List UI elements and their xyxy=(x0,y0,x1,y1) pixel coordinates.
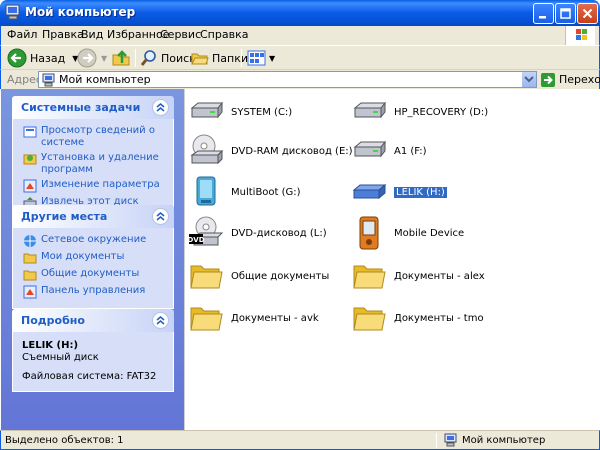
title-bar[interactable]: Мой компьютер xyxy=(0,0,600,26)
system-tasks-panel: Системные задачи Просмотр сведений о сис… xyxy=(12,96,174,220)
maximize-button[interactable] xyxy=(555,3,576,24)
place-my-documents[interactable]: Мои документы xyxy=(23,251,173,265)
control-panel-icon xyxy=(23,179,37,193)
status-location: Мой компьютер xyxy=(444,433,545,447)
my-computer-icon xyxy=(444,433,457,447)
folder-icon xyxy=(353,265,386,289)
forward-button[interactable]: ▼ xyxy=(77,48,107,68)
multiboot-drive-icon xyxy=(196,176,216,206)
collapse-button[interactable] xyxy=(152,208,169,225)
control-panel-icon xyxy=(23,285,37,299)
details-panel: Подробно LELIK (H:) Съемный диск Файлова… xyxy=(12,309,174,392)
search-icon xyxy=(140,50,156,66)
task-change-setting[interactable]: Изменение параметра xyxy=(23,179,173,193)
details-body: LELIK (H:) Съемный диск Файловая система… xyxy=(12,332,174,392)
toolbar-separator xyxy=(241,49,242,67)
chevron-up-icon xyxy=(156,103,165,112)
go-button[interactable]: Переход xyxy=(540,71,600,88)
collapse-button[interactable] xyxy=(152,99,169,116)
status-bar: Выделено объектов: 1 Мой компьютер xyxy=(0,430,600,450)
folder-icon xyxy=(23,253,37,264)
windows-logo xyxy=(565,26,595,45)
other-places-list: Сетевое окружение Мои документы Общие до… xyxy=(12,228,174,309)
drive-item[interactable]: LELIK (H:) xyxy=(351,172,551,212)
maximize-icon xyxy=(560,8,571,19)
collapse-button[interactable] xyxy=(152,312,169,329)
device-item[interactable]: Mobile Device xyxy=(351,213,551,253)
detail-item-name: LELIK (H:) xyxy=(22,340,79,351)
views-dropdown-icon[interactable]: ▼ xyxy=(269,54,275,63)
drive-item[interactable]: A1 (F:) xyxy=(351,131,551,171)
address-bar: Адрес: Мой компьютер Переход xyxy=(0,69,600,89)
dvd-ram-drive-icon xyxy=(190,134,224,165)
place-network[interactable]: Сетевое окружение xyxy=(23,234,173,248)
details-header[interactable]: Подробно xyxy=(12,309,174,332)
folders-icon xyxy=(191,53,209,65)
menu-view[interactable]: Вид xyxy=(81,28,103,41)
toolbar: Назад ▼ ▼ Поиск Папки ▼ xyxy=(0,45,600,69)
chevron-up-icon xyxy=(156,316,165,325)
windows-flag-icon xyxy=(576,29,587,40)
system-tasks-header[interactable]: Системные задачи xyxy=(12,96,174,119)
detail-file-system: Файловая система: FAT32 xyxy=(22,371,157,382)
back-arrow-icon xyxy=(7,48,27,68)
hard-drive-icon xyxy=(353,101,387,119)
task-view-system-info[interactable]: Просмотр сведений о системе xyxy=(23,125,173,149)
folder-item[interactable]: Документы - tmo xyxy=(351,298,551,338)
forward-arrow-icon xyxy=(77,48,97,68)
close-icon xyxy=(582,8,593,19)
chevron-down-icon xyxy=(524,76,534,83)
system-info-icon xyxy=(23,126,37,138)
address-value: Мой компьютер xyxy=(59,73,151,86)
minimize-icon xyxy=(539,16,546,19)
other-places-header[interactable]: Другие места xyxy=(12,205,174,228)
toolbar-separator xyxy=(135,49,136,67)
forward-dropdown-icon[interactable]: ▼ xyxy=(101,54,107,63)
folder-icon xyxy=(23,270,37,281)
search-button[interactable]: Поиск xyxy=(140,48,196,68)
views-button[interactable]: ▼ xyxy=(247,48,275,68)
close-button[interactable] xyxy=(577,3,598,24)
dvd-drive-icon: DVD xyxy=(188,216,224,246)
my-computer-icon xyxy=(42,73,55,87)
folder-icon xyxy=(190,265,223,289)
hard-drive-icon xyxy=(353,140,387,158)
minimize-button[interactable] xyxy=(533,3,554,24)
my-computer-icon xyxy=(5,4,20,20)
go-arrow-icon xyxy=(541,72,555,87)
detail-item-type: Съемный диск xyxy=(22,352,99,363)
place-shared-documents[interactable]: Общие документы xyxy=(23,268,173,282)
file-view[interactable]: SYSTEM (C:) HP_RECOVERY (D:) DVD-RAM дис… xyxy=(184,89,599,430)
menu-bar: Файл Правка Вид Избранное Сервис Справка xyxy=(0,26,600,45)
folders-button[interactable]: Папки xyxy=(191,48,248,68)
address-input[interactable]: Мой компьютер xyxy=(38,71,537,88)
task-pane: Системные задачи Просмотр сведений о сис… xyxy=(1,89,184,430)
svg-text:DVD: DVD xyxy=(188,236,205,244)
menu-edit[interactable]: Правка xyxy=(42,28,84,41)
folder-item[interactable]: Документы - alex xyxy=(351,256,551,296)
views-icon xyxy=(247,50,266,66)
drive-item[interactable]: HP_RECOVERY (D:) xyxy=(351,92,551,132)
status-divider xyxy=(436,433,437,448)
hard-drive-icon xyxy=(190,101,224,119)
network-icon xyxy=(24,235,36,247)
window-title: Мой компьютер xyxy=(25,5,136,19)
chevron-up-icon xyxy=(156,212,165,221)
status-selection-count: Выделено объектов: 1 xyxy=(5,435,124,446)
up-folder-icon xyxy=(112,50,130,66)
mobile-device-icon xyxy=(359,216,379,250)
address-dropdown-button[interactable] xyxy=(521,72,536,87)
menu-tools[interactable]: Сервис xyxy=(160,28,201,41)
folder-icon xyxy=(353,307,386,331)
removable-drive-icon xyxy=(352,183,387,200)
up-folder-button[interactable] xyxy=(111,48,131,68)
task-add-remove-programs[interactable]: Установка и удаление программ xyxy=(23,152,173,176)
add-remove-programs-icon xyxy=(23,154,37,165)
folder-icon xyxy=(190,307,223,331)
back-button[interactable]: Назад ▼ xyxy=(7,48,78,68)
menu-file[interactable]: Файл xyxy=(7,28,37,41)
other-places-panel: Другие места Сетевое окружение Мои докум… xyxy=(12,205,174,309)
menu-help[interactable]: Справка xyxy=(200,28,248,41)
place-control-panel[interactable]: Панель управления xyxy=(23,285,173,299)
